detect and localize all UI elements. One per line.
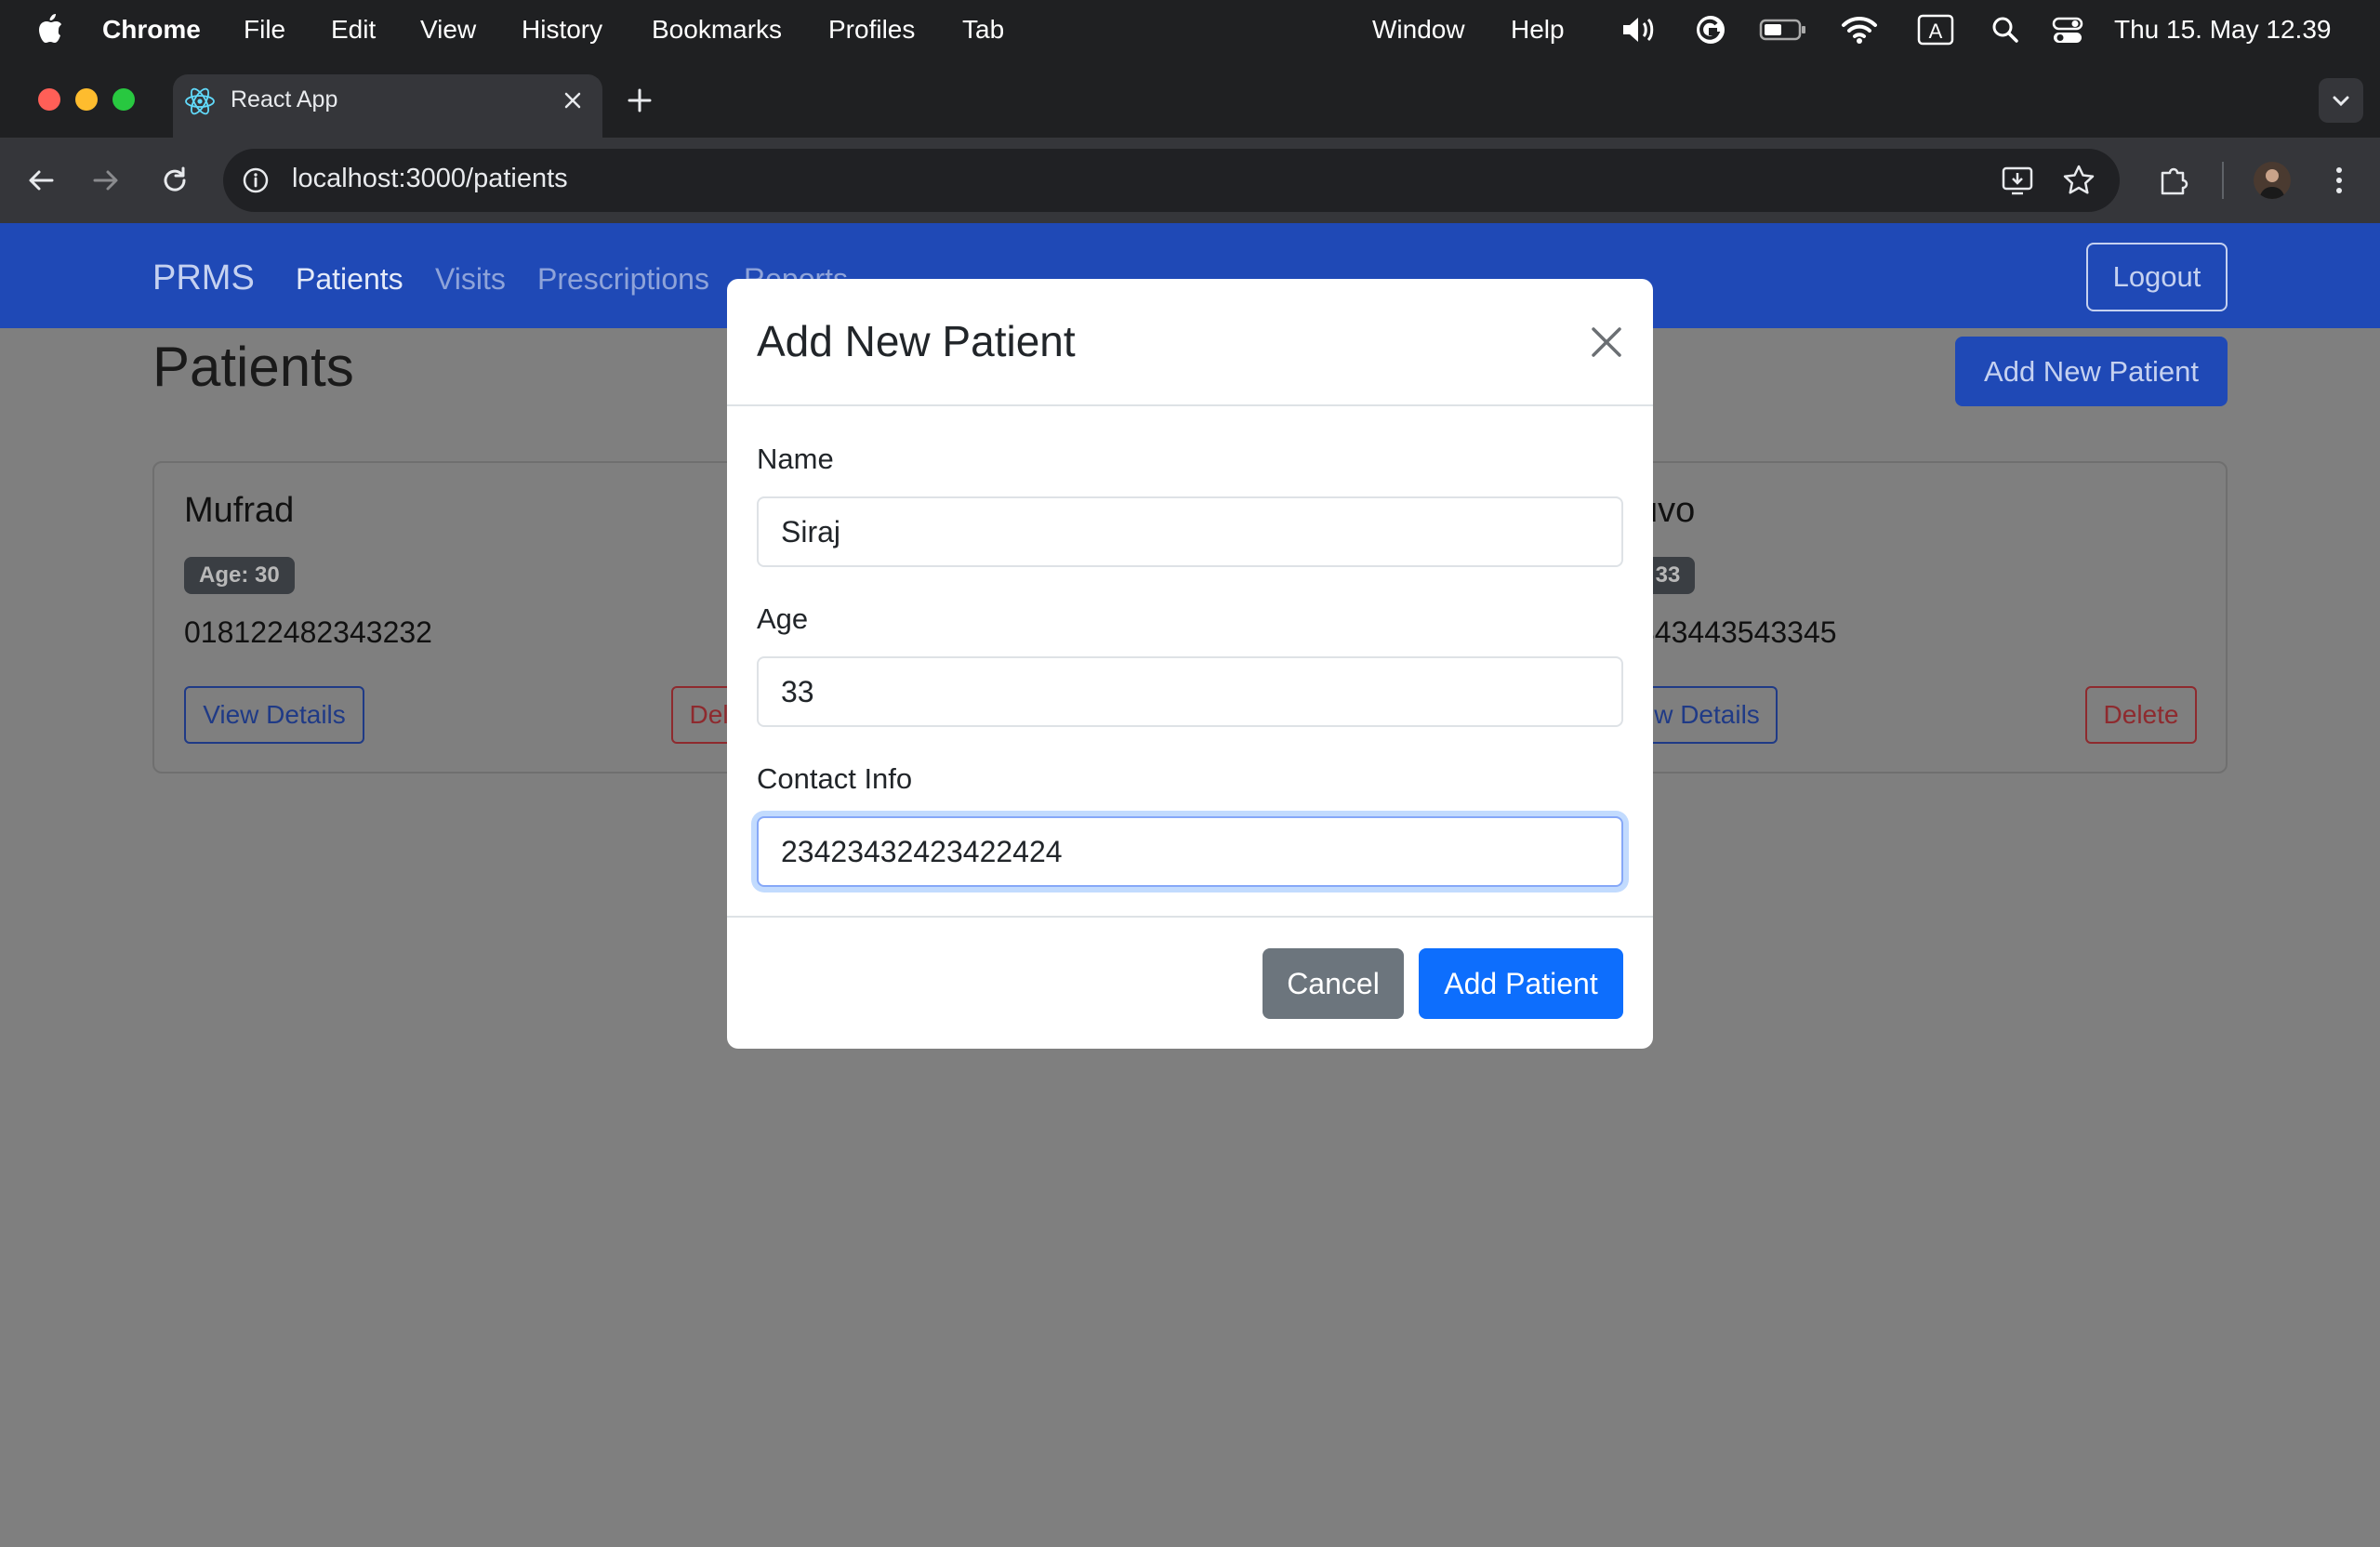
control-center-icon[interactable] [2051,11,2084,48]
volume-icon[interactable] [1620,11,1659,48]
profile-avatar[interactable] [2254,162,2291,199]
chrome-menu-icon[interactable] [2322,162,2356,199]
modal-footer-divider [727,916,1653,918]
extensions-puzzle-icon[interactable] [2155,162,2192,199]
back-arrow-icon[interactable] [24,164,58,197]
nav-link-patients[interactable]: Patients [296,262,403,297]
menu-bookmarks[interactable]: Bookmarks [652,15,782,45]
cancel-button[interactable]: Cancel [1263,948,1404,1019]
menu-profiles[interactable]: Profiles [828,15,915,45]
install-app-icon[interactable] [1999,162,2036,199]
chevron-down-icon [2333,96,2349,107]
delete-button[interactable]: Delete [2085,686,2197,744]
modal-title: Add New Patient [757,317,1076,365]
menu-file[interactable]: File [244,15,285,45]
apple-logo-icon[interactable] [37,13,63,45]
grammarly-icon[interactable] [1694,11,1727,48]
url-text[interactable]: localhost:3000/patients [292,164,568,194]
add-patient-modal: Add New Patient Name Age Contact Info Ca… [727,279,1653,1049]
patient-name: Mufrad [184,491,295,530]
wifi-icon[interactable] [1841,11,1878,48]
minimize-window-button[interactable] [75,88,98,111]
macos-menu-bar: Chrome File Edit View History Bookmarks … [0,0,2380,60]
navbar-brand[interactable]: PRMS [152,258,255,298]
patient-contact: 018122482343232 [184,615,432,649]
patient-card: Mufrad Age: 30 018122482343232 View Deta… [152,461,783,774]
contact-info-input[interactable] [757,816,1623,887]
battery-icon[interactable] [1759,11,1807,48]
svg-text:A: A [1929,20,1943,43]
nav-link-prescriptions[interactable]: Prescriptions [537,262,709,297]
forward-arrow-icon[interactable] [89,164,123,197]
add-patient-button[interactable]: Add Patient [1419,948,1623,1019]
new-tab-icon[interactable] [625,86,654,115]
view-details-button[interactable]: w Details [1638,686,1778,744]
maximize-window-button[interactable] [112,88,135,111]
close-icon[interactable] [1588,324,1625,361]
input-source-icon[interactable]: A [1917,11,1954,48]
menu-clock[interactable]: Thu 15. May 12.39 [2114,15,2331,45]
close-tab-icon[interactable] [562,89,584,112]
menu-history[interactable]: History [522,15,602,45]
site-info-icon[interactable] [240,165,271,196]
page-title: Patients [152,336,354,398]
name-input[interactable] [757,496,1623,567]
bookmark-star-icon[interactable] [2060,162,2097,199]
logout-button[interactable]: Logout [2086,243,2228,311]
age-badge: Age: 30 [184,557,295,594]
nav-link-visits[interactable]: Visits [435,262,506,297]
name-label: Name [757,443,834,475]
close-window-button[interactable] [38,88,60,111]
toolbar-divider [2222,162,2224,199]
reload-icon[interactable] [158,164,192,197]
menu-view[interactable]: View [420,15,476,45]
add-new-patient-button[interactable]: Add New Patient [1955,337,2228,406]
contact-info-label: Contact Info [757,762,913,795]
menu-window[interactable]: Window [1372,15,1465,45]
menu-edit[interactable]: Edit [331,15,376,45]
spotlight-search-icon[interactable] [1990,11,2021,48]
tab-search-button[interactable] [2319,78,2363,123]
menu-app-name[interactable]: Chrome [102,15,201,45]
modal-header: Add New Patient [727,279,1653,406]
avatar-person-icon [2259,169,2285,199]
menu-help[interactable]: Help [1511,15,1565,45]
view-details-button[interactable]: View Details [184,686,364,744]
age-input[interactable] [757,656,1623,727]
patient-contact: 343443543345 [1638,615,1837,649]
age-label: Age [757,602,809,635]
react-logo-icon [185,87,215,115]
patient-card: uvo : 33 343443543345 w Details Delete [1636,461,2228,774]
tab-title: React App [231,86,338,112]
menu-tab[interactable]: Tab [962,15,1004,45]
